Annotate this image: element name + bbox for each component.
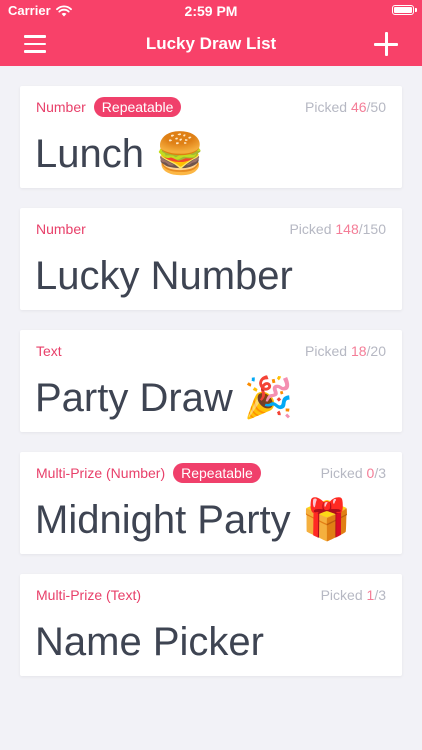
picked-total: /150 bbox=[358, 221, 386, 237]
draw-type: Multi-Prize (Text) bbox=[36, 587, 142, 603]
picked-total: /50 bbox=[366, 99, 386, 115]
repeatable-badge: Repeatable bbox=[173, 463, 261, 483]
draw-card[interactable]: Number Repeatable Picked 46/50 Lunch 🍔 bbox=[20, 86, 402, 188]
picked-count: 46 bbox=[350, 99, 367, 115]
page-title: Lucky Draw List bbox=[145, 34, 277, 53]
picked-status: Picked 18/20 bbox=[305, 343, 386, 359]
draw-type: Number bbox=[36, 99, 86, 115]
draw-card[interactable]: Text Picked 18/20 Party Draw 🎉 bbox=[20, 330, 402, 432]
status-bar: Carrier 2:59 PM bbox=[0, 0, 422, 22]
battery-icon bbox=[392, 5, 417, 15]
draw-title: Lucky Number bbox=[35, 254, 293, 298]
draw-list: Number Repeatable Picked 46/50 Lunch 🍔 N… bbox=[20, 86, 402, 696]
draw-card[interactable]: Number Picked 148/150 Lucky Number bbox=[20, 208, 402, 310]
draw-title: Lunch 🍔 bbox=[35, 132, 205, 176]
draw-title: Name Picker bbox=[35, 620, 264, 664]
picked-total: /3 bbox=[374, 587, 386, 603]
picked-total: /3 bbox=[374, 465, 386, 481]
picked-status: Picked 46/50 bbox=[305, 99, 386, 115]
status-time: 2:59 PM bbox=[184, 3, 238, 19]
picked-status: Picked 0/3 bbox=[320, 465, 386, 481]
draw-title: Party Draw 🎉 bbox=[35, 376, 294, 420]
draw-type: Number bbox=[36, 221, 86, 237]
picked-status: Picked 1/3 bbox=[320, 587, 386, 603]
top-bar: Carrier 2:59 PM Lucky Draw List bbox=[0, 0, 422, 66]
draw-type: Multi-Prize (Number) bbox=[36, 465, 166, 481]
draw-type: Text bbox=[36, 343, 62, 359]
repeatable-badge: Repeatable bbox=[93, 97, 182, 117]
draw-card[interactable]: Multi-Prize (Number) Repeatable Picked 0… bbox=[20, 452, 402, 554]
picked-status: Picked 148/150 bbox=[289, 221, 386, 237]
draw-title: Midnight Party 🎁 bbox=[35, 498, 352, 542]
draw-card[interactable]: Multi-Prize (Text) Picked 1/3 Name Picke… bbox=[20, 574, 402, 676]
picked-count: 18 bbox=[350, 343, 367, 359]
picked-total: /20 bbox=[366, 343, 386, 359]
add-button[interactable] bbox=[374, 32, 398, 56]
navigation-bar: Lucky Draw List bbox=[0, 22, 422, 66]
picked-count: 148 bbox=[335, 221, 359, 237]
